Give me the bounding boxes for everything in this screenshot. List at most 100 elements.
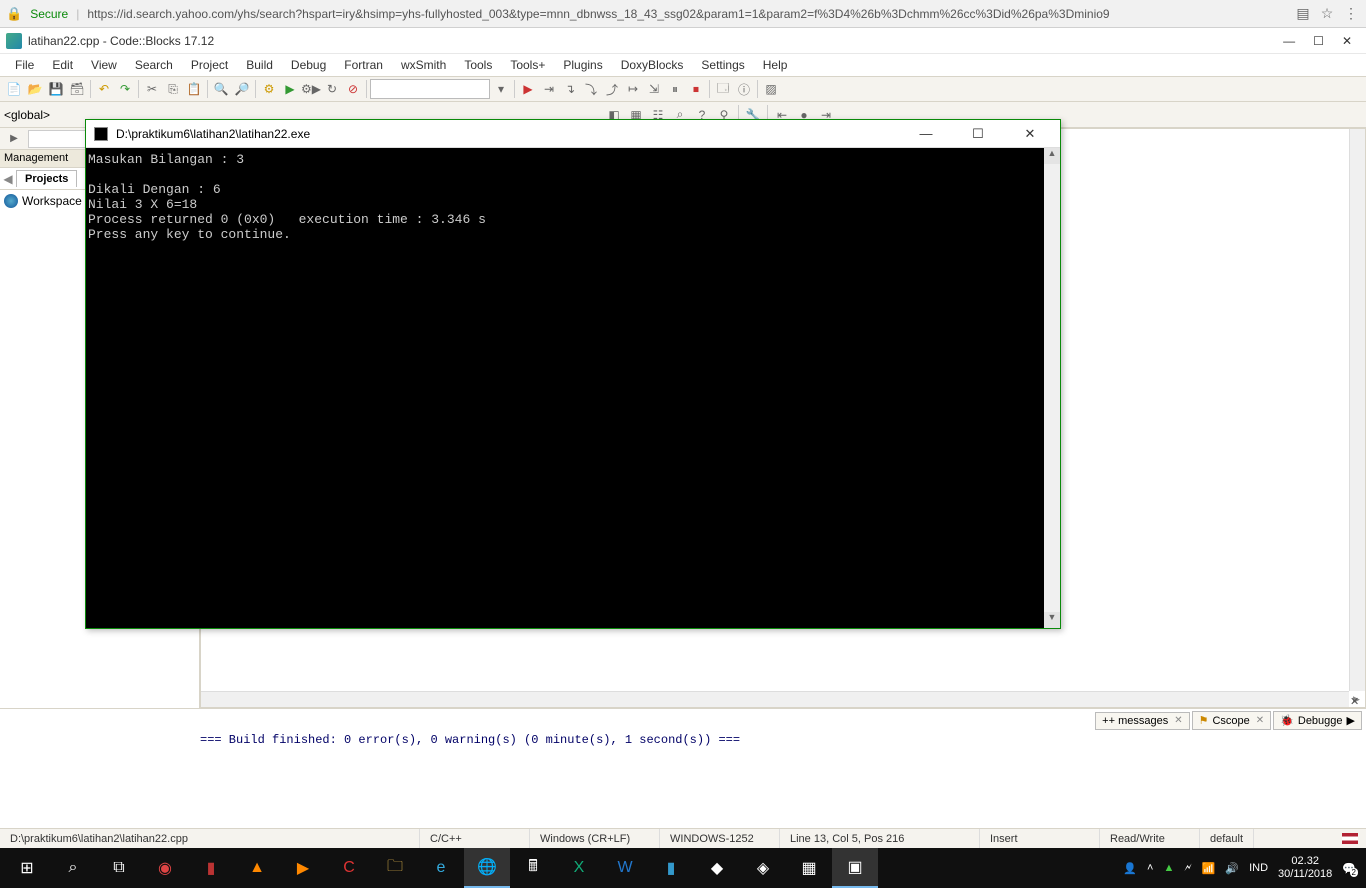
tab-messages[interactable]: ++ messages✕ (1095, 712, 1189, 730)
menu-build[interactable]: Build (237, 58, 282, 72)
taskbar-chrome[interactable]: 🌐 (464, 848, 510, 888)
console-close-icon[interactable]: ✕ (1008, 120, 1052, 148)
rebuild-icon[interactable]: ↻ (322, 79, 342, 99)
debug-windows-icon[interactable]: 🗔 (713, 79, 733, 99)
task-view-button[interactable]: ⧉ (96, 848, 142, 888)
step-into-icon[interactable]: ⤵ (581, 79, 601, 99)
taskbar-explorer[interactable]: 🗀 (372, 848, 418, 888)
redo-icon[interactable]: ↷ (115, 79, 135, 99)
taskbar-app-1[interactable]: ◉ (142, 848, 188, 888)
taskbar-ccleaner[interactable]: C (326, 848, 372, 888)
taskbar-app-5[interactable]: ◈ (740, 848, 786, 888)
step-out-icon[interactable]: ⤴ (602, 79, 622, 99)
taskbar-codeblocks[interactable]: ▣ (832, 848, 878, 888)
console-titlebar[interactable]: D:\praktikum6\latihan2\latihan22.exe — ☐… (86, 120, 1060, 148)
new-file-icon[interactable]: 📄 (4, 79, 24, 99)
url-text[interactable]: https://id.search.yahoo.com/yhs/search?h… (87, 7, 1286, 21)
tray-clock[interactable]: 02.32 30/11/2018 (1278, 855, 1332, 881)
step-instr-icon[interactable]: ⇲ (644, 79, 664, 99)
minimize-icon[interactable]: — (1283, 34, 1295, 48)
cut-icon[interactable]: ✂ (142, 79, 162, 99)
taskbar-app-4[interactable]: ◆ (694, 848, 740, 888)
paste-icon[interactable]: 📋 (184, 79, 204, 99)
debug-start-icon[interactable]: ▶ (518, 79, 538, 99)
menu-wxsmith[interactable]: wxSmith (392, 58, 455, 72)
wifi-icon[interactable]: 📶 (1202, 862, 1216, 875)
scroll-up-icon[interactable]: ▲ (1044, 148, 1060, 164)
menu-view[interactable]: View (82, 58, 126, 72)
tab-scroll-right-icon[interactable]: ▶ (1347, 714, 1355, 727)
scroll-down-icon[interactable]: ▼ (1044, 612, 1060, 628)
tab-close-icon[interactable]: ✕ (1254, 715, 1264, 726)
open-icon[interactable]: 📂 (25, 79, 45, 99)
menu-toolsplus[interactable]: Tools+ (501, 58, 554, 72)
tab-debugger[interactable]: 🐞Debugge▶ (1273, 711, 1362, 730)
tab-scroll-left-icon[interactable]: ◀ (0, 172, 16, 186)
browser-menu-icon[interactable]: ⋮ (1342, 5, 1360, 22)
tray-lang[interactable]: IND (1249, 862, 1268, 874)
taskbar-excel[interactable]: X (556, 848, 602, 888)
menu-search[interactable]: Search (126, 58, 182, 72)
build-target-select[interactable] (370, 79, 490, 99)
tab-projects[interactable]: Projects (16, 170, 77, 187)
battery-icon[interactable]: 🗲 (1184, 862, 1191, 875)
next-instr-icon[interactable]: ↦ (623, 79, 643, 99)
console-output[interactable]: Masukan Bilangan : 3 Dikali Dengan : 6 N… (86, 148, 1060, 628)
copy-icon[interactable]: ⎘ (163, 79, 183, 99)
panel-toggle-icon[interactable]: ▶ (4, 129, 24, 149)
info-icon[interactable]: ⓘ (734, 79, 754, 99)
menu-edit[interactable]: Edit (43, 58, 82, 72)
tab-cscope[interactable]: ⚑Cscope✕ (1192, 711, 1272, 730)
abort-icon[interactable]: ⊘ (343, 79, 363, 99)
replace-icon[interactable]: 🔎 (232, 79, 252, 99)
tab-close-icon[interactable]: ✕ (1172, 715, 1182, 726)
menu-debug[interactable]: Debug (282, 58, 335, 72)
taskbar-app-6[interactable]: ▦ (786, 848, 832, 888)
taskbar-calc[interactable]: 🖩 (510, 848, 556, 888)
volume-icon[interactable]: 🔊 (1225, 862, 1239, 875)
vertical-scrollbar[interactable] (1349, 129, 1365, 691)
people-icon[interactable]: 👤 (1123, 862, 1137, 875)
horizontal-scrollbar[interactable] (201, 691, 1349, 707)
star-icon[interactable]: ☆ (1318, 5, 1336, 22)
menu-plugins[interactable]: Plugins (554, 58, 611, 72)
search-button[interactable]: ⌕ (50, 848, 96, 888)
taskbar-word[interactable]: W (602, 848, 648, 888)
save-all-icon[interactable]: 🗃 (67, 79, 87, 99)
save-icon[interactable]: 💾 (46, 79, 66, 99)
taskbar-app-3[interactable]: ▮ (648, 848, 694, 888)
close-icon[interactable]: ✕ (1342, 34, 1352, 48)
taskbar-media[interactable]: ▶ (280, 848, 326, 888)
find-icon[interactable]: 🔍 (211, 79, 231, 99)
tray-app-icon[interactable]: ▲ (1163, 862, 1174, 874)
notification-icon[interactable]: 💬2 (1342, 862, 1356, 875)
misc-icon[interactable]: ▨ (761, 79, 781, 99)
menu-help[interactable]: Help (754, 58, 797, 72)
start-button[interactable]: ⊞ (4, 848, 50, 888)
target-dropdown-icon[interactable]: ▾ (491, 79, 511, 99)
stop-debug-icon[interactable]: ⏹ (686, 79, 706, 99)
menu-settings[interactable]: Settings (692, 58, 753, 72)
console-maximize-icon[interactable]: ☐ (956, 120, 1000, 148)
menu-doxyblocks[interactable]: DoxyBlocks (612, 58, 693, 72)
undo-icon[interactable]: ↶ (94, 79, 114, 99)
break-icon[interactable]: ⏸ (665, 79, 685, 99)
next-line-icon[interactable]: ↴ (560, 79, 580, 99)
taskbar-vlc[interactable]: ▲ (234, 848, 280, 888)
tray-up-icon[interactable]: ˄ (1147, 862, 1153, 874)
taskbar-app-2[interactable]: ▮ (188, 848, 234, 888)
run-to-cursor-icon[interactable]: ⇥ (539, 79, 559, 99)
build-icon[interactable]: ⚙ (259, 79, 279, 99)
taskbar-edge[interactable]: e (418, 848, 464, 888)
menu-file[interactable]: File (6, 58, 43, 72)
menu-tools[interactable]: Tools (455, 58, 501, 72)
log-close-icon[interactable]: ✕ (1350, 695, 1364, 709)
console-minimize-icon[interactable]: — (904, 120, 948, 148)
run-icon[interactable]: ▶ (280, 79, 300, 99)
console-scrollbar[interactable]: ▲ ▼ (1044, 148, 1060, 628)
reader-icon[interactable]: ▤ (1294, 5, 1312, 22)
menu-fortran[interactable]: Fortran (335, 58, 392, 72)
menu-project[interactable]: Project (182, 58, 237, 72)
build-run-icon[interactable]: ⚙▶ (301, 79, 321, 99)
maximize-icon[interactable]: ☐ (1313, 34, 1324, 48)
